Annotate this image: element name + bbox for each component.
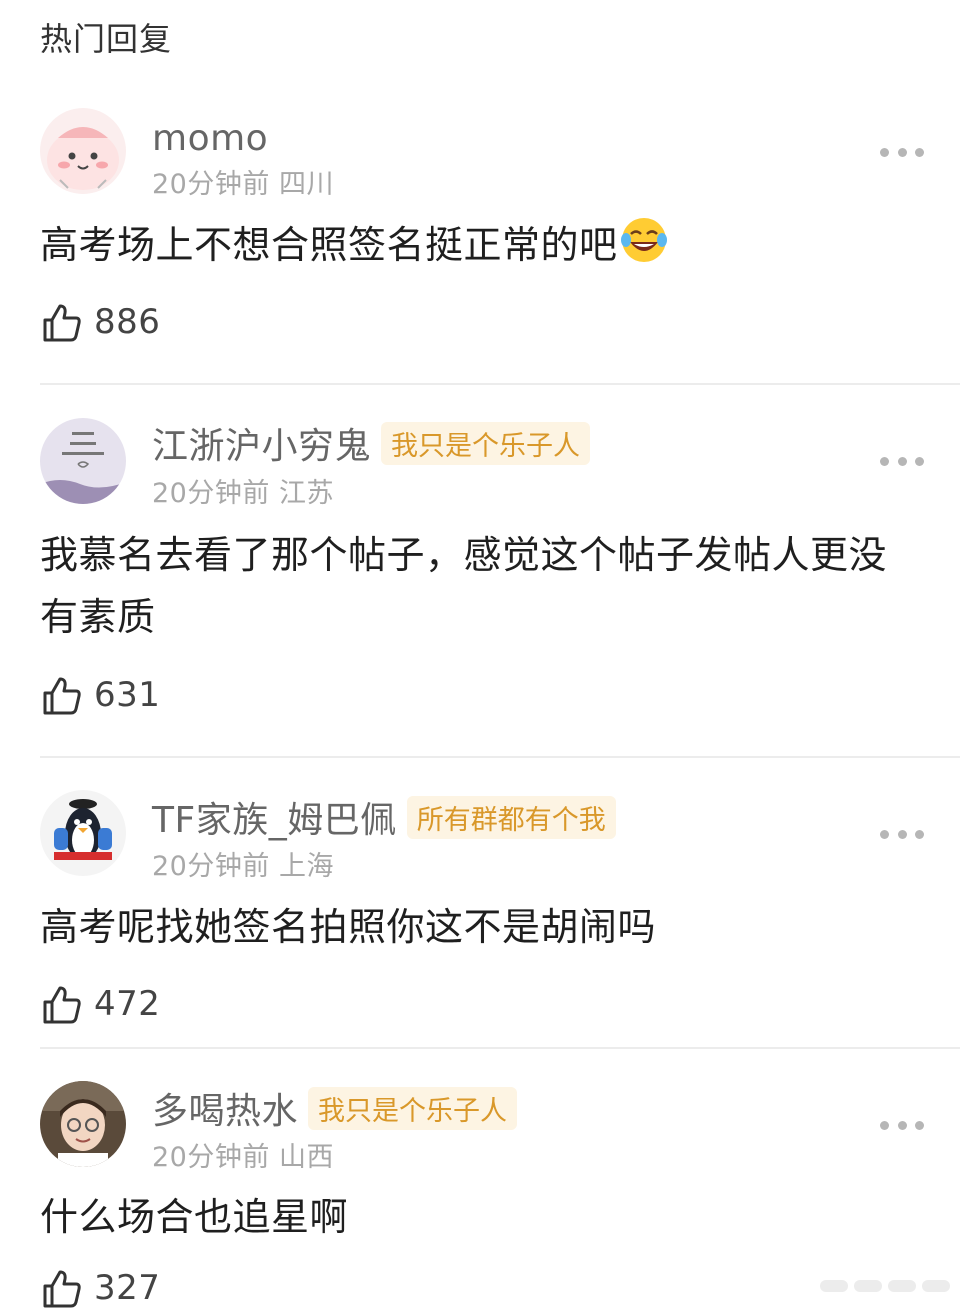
timestamp: 20分钟前 bbox=[152, 1142, 270, 1173]
comment-text: 高考呢找她签名拍照你这不是胡闹吗 bbox=[40, 905, 657, 949]
like-button[interactable]: 886 bbox=[40, 300, 160, 344]
more-options-icon[interactable] bbox=[880, 453, 924, 469]
avatar[interactable] bbox=[40, 790, 126, 876]
more-options-icon[interactable] bbox=[880, 144, 924, 160]
timestamp: 20分钟前 bbox=[152, 478, 270, 509]
location: 四川 bbox=[278, 169, 334, 200]
lavender-text-avatar-icon bbox=[40, 418, 126, 504]
comment-text: 我慕名去看了那个帖子，感觉这个帖子发帖人更没有素质 bbox=[40, 533, 888, 639]
avatar[interactable] bbox=[40, 108, 126, 194]
section-title: 热门回复 bbox=[40, 20, 173, 58]
comment-meta: 20分钟前 山西 bbox=[152, 1135, 334, 1174]
comment-text: 高考场上不想合照签名挺正常的吧 bbox=[40, 223, 618, 267]
more-options-icon[interactable] bbox=[880, 826, 924, 842]
comment-meta: 20分钟前 上海 bbox=[152, 844, 334, 883]
comment-meta: 20分钟前 四川 bbox=[152, 162, 334, 201]
user-badge: 我只是个乐子人 bbox=[308, 1086, 518, 1130]
location: 山西 bbox=[278, 1142, 334, 1173]
more-options-icon[interactable] bbox=[880, 1117, 924, 1133]
user-badge: 我只是个乐子人 bbox=[381, 421, 591, 465]
timestamp: 20分钟前 bbox=[152, 851, 270, 882]
like-count: 631 bbox=[94, 675, 161, 715]
avatar[interactable] bbox=[40, 1081, 126, 1167]
thumbs-up-icon bbox=[43, 677, 81, 715]
laughing-tears-emoji-icon bbox=[620, 218, 667, 262]
thumbs-up-icon bbox=[43, 1270, 81, 1308]
location: 江苏 bbox=[278, 478, 334, 509]
photo-avatar-icon bbox=[40, 1081, 126, 1167]
watermark bbox=[700, 1266, 950, 1306]
pink-cartoon-avatar-icon bbox=[40, 108, 126, 194]
divider bbox=[40, 1047, 960, 1049]
hot-replies-page: 热门回复 momo 20分钟前 四川 高考场上不想合照签名挺正常的吧 886 江… bbox=[0, 0, 960, 1310]
divider bbox=[40, 756, 960, 758]
like-button[interactable]: 327 bbox=[40, 1266, 160, 1310]
username[interactable]: 多喝热水 bbox=[152, 1082, 298, 1134]
timestamp: 20分钟前 bbox=[152, 169, 270, 200]
username[interactable]: 江浙沪小穷鬼 bbox=[152, 417, 371, 469]
username[interactable]: momo bbox=[152, 118, 268, 159]
thumbs-up-icon bbox=[43, 986, 81, 1024]
divider bbox=[40, 383, 960, 385]
like-count: 472 bbox=[94, 984, 161, 1024]
username[interactable]: TF家族_姆巴佩 bbox=[152, 791, 397, 843]
thumbs-up-icon bbox=[43, 304, 81, 342]
avatar[interactable] bbox=[40, 418, 126, 504]
like-count: 886 bbox=[94, 302, 161, 342]
comment-text: 什么场合也追星啊 bbox=[40, 1195, 349, 1239]
comment-content: 高考场上不想合照签名挺正常的吧 bbox=[40, 214, 920, 276]
comment-meta: 20分钟前 江苏 bbox=[152, 471, 334, 510]
comment-content: 我慕名去看了那个帖子，感觉这个帖子发帖人更没有素质 bbox=[40, 524, 910, 648]
user-badge: 所有群都有个我 bbox=[406, 795, 616, 839]
like-button[interactable]: 472 bbox=[40, 982, 160, 1026]
comment-content: 高考呢找她签名拍照你这不是胡闹吗 bbox=[40, 896, 920, 958]
like-button[interactable]: 631 bbox=[40, 673, 160, 717]
penguin-avatar-icon bbox=[40, 790, 126, 876]
location: 上海 bbox=[278, 851, 334, 882]
comment-content: 什么场合也追星啊 bbox=[40, 1186, 920, 1248]
like-count: 327 bbox=[94, 1268, 161, 1308]
